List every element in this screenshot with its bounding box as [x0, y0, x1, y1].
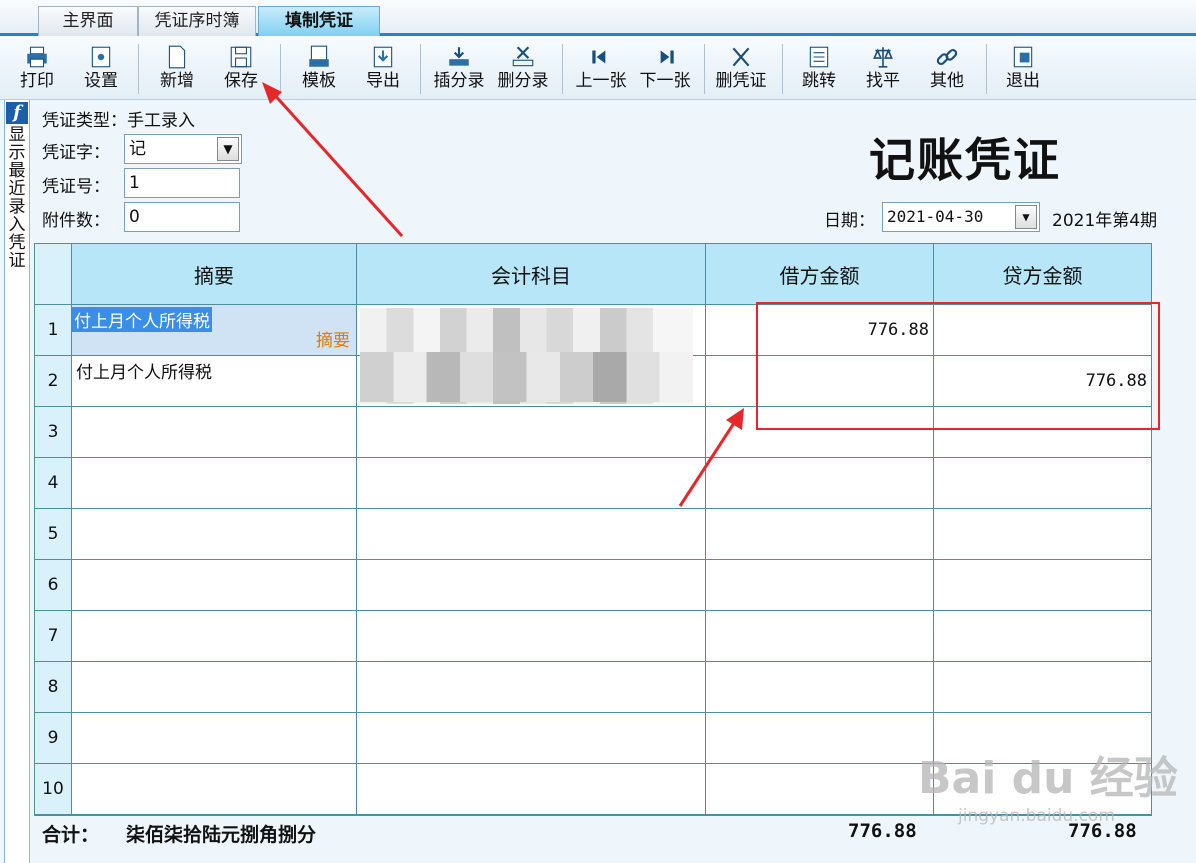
watermark-url: jingyan.baidu.com [958, 806, 1115, 826]
arrow-to-save [270, 90, 404, 238]
arrow-head [726, 408, 744, 430]
annotation-arrows [262, 82, 744, 507]
arrow-to-amounts [678, 419, 738, 507]
baidu-watermark: Bai du 经验 jingyan.baidu.com [918, 742, 1178, 826]
watermark-brand: Bai du 经验 [918, 753, 1178, 804]
